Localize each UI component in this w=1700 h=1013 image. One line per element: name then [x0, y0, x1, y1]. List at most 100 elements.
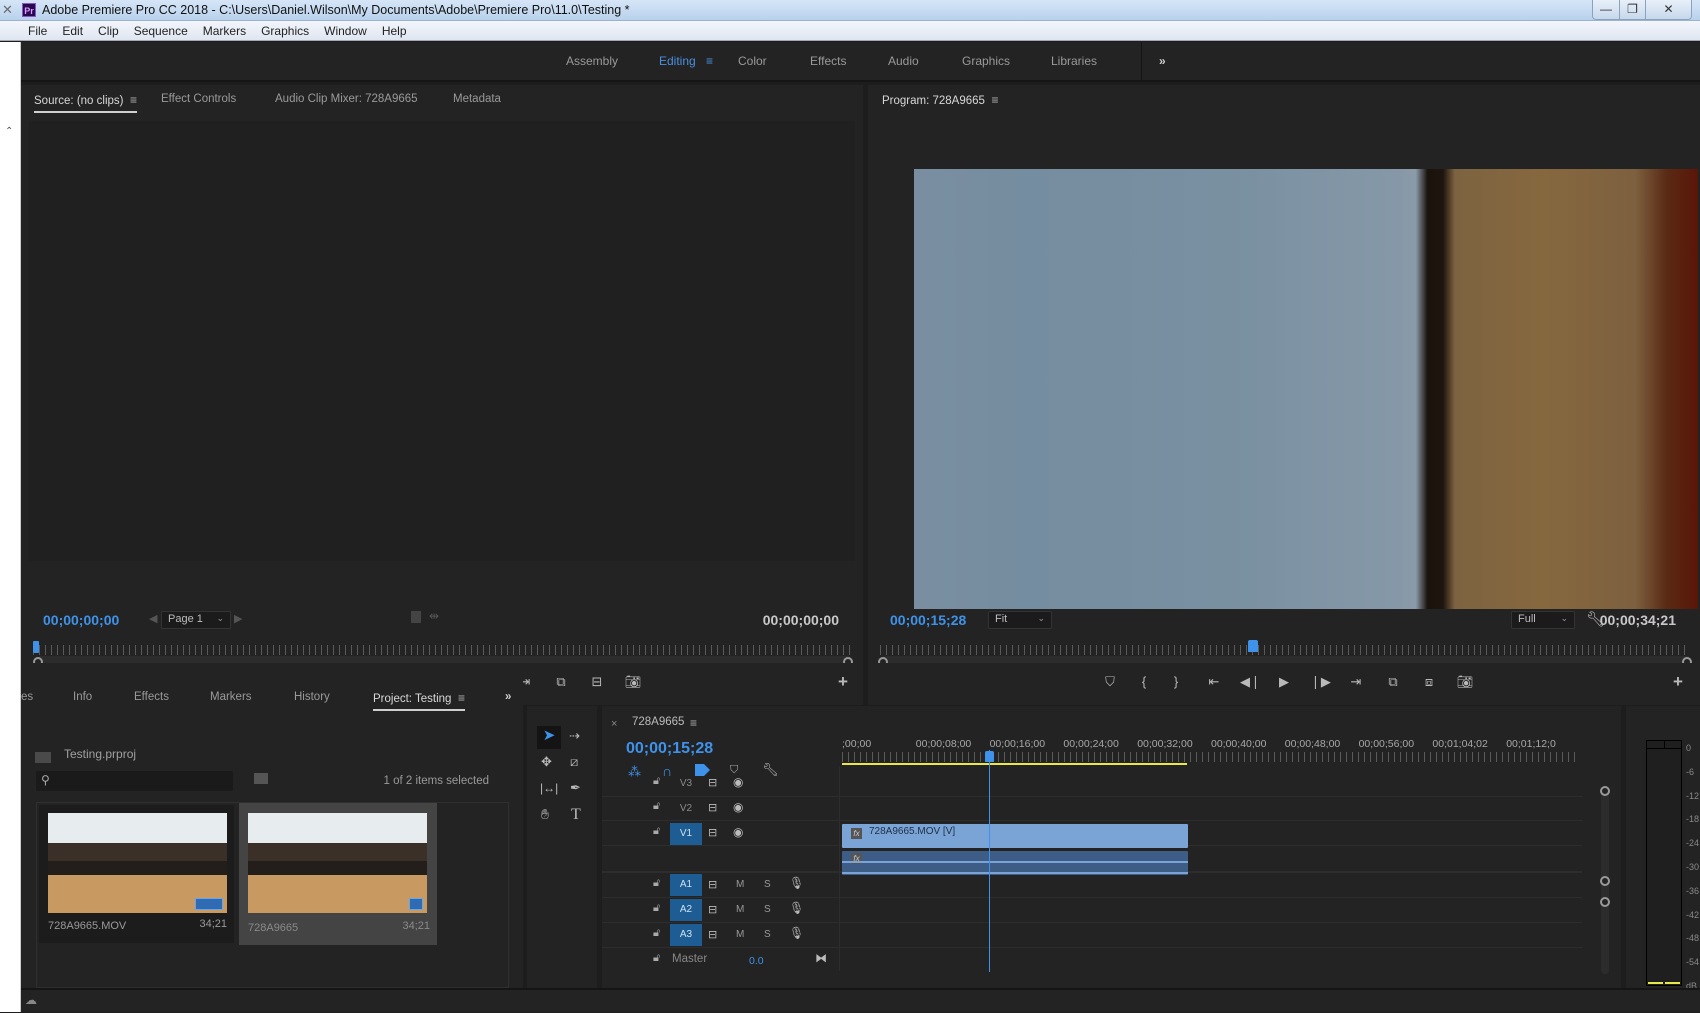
track-select-tool-icon[interactable]: ⇢: [569, 728, 580, 744]
sync-lock-icon[interactable]: ⊟: [708, 776, 717, 789]
vscroll-handle-mid[interactable]: [1600, 876, 1610, 886]
source-time-ruler[interactable]: [33, 645, 853, 655]
sync-lock-icon[interactable]: ⊟: [708, 801, 717, 814]
eye-icon[interactable]: ◉: [733, 775, 743, 789]
tab-history[interactable]: History: [294, 691, 330, 703]
project-item[interactable]: 728A9665.MOV 34;21: [39, 805, 234, 943]
chevron-up-icon[interactable]: ⌃: [5, 126, 13, 137]
sync-lock-icon[interactable]: ⊟: [708, 826, 717, 839]
microphone-icon[interactable]: 🎙︎: [789, 901, 804, 915]
mark-in-icon[interactable]: {: [1134, 674, 1154, 689]
tab-effect-controls[interactable]: Effect Controls: [161, 93, 236, 105]
mute-button[interactable]: M: [736, 879, 744, 890]
timeline-timecode[interactable]: 00;00;15;28: [626, 740, 713, 758]
go-to-in-icon[interactable]: ⇤: [1204, 674, 1224, 690]
add-button-icon[interactable]: +: [833, 672, 853, 692]
workspace-tab-effects[interactable]: Effects: [810, 54, 846, 68]
vscroll-handle-top[interactable]: [1600, 786, 1610, 796]
eye-icon[interactable]: ◉: [733, 825, 743, 839]
mark-out-icon[interactable]: }: [1166, 674, 1186, 689]
overwrite-icon[interactable]: ⊟: [587, 674, 607, 690]
tab-program[interactable]: Program: 728A9665 ≡: [882, 93, 998, 107]
export-frame-icon[interactable]: 📷︎: [623, 674, 643, 690]
track-target-a2[interactable]: A2: [670, 899, 702, 921]
solo-button[interactable]: S: [764, 904, 771, 915]
program-timecode-current[interactable]: 00;00;15;28: [890, 612, 966, 628]
expand-tracks-icon[interactable]: ⧓: [815, 951, 827, 965]
source-timecode-current[interactable]: 00;00;00;00: [43, 612, 119, 628]
workspace-overflow-button[interactable]: »: [1159, 54, 1166, 68]
page-select[interactable]: Page 1 ⌄: [161, 611, 231, 629]
insert-icon[interactable]: ⧉: [551, 674, 571, 690]
project-search-input[interactable]: ⚲: [36, 771, 233, 791]
slip-tool-icon[interactable]: |↔|: [540, 781, 558, 795]
timeline-playhead-line[interactable]: [988, 750, 990, 972]
mute-button[interactable]: M: [736, 929, 744, 940]
razor-tool-icon[interactable]: ⧄: [570, 754, 578, 770]
panel-overflow-button[interactable]: »: [505, 691, 511, 703]
add-button-icon[interactable]: +: [1668, 672, 1688, 692]
tab-markers[interactable]: Markers: [210, 691, 252, 703]
panel-menu-icon[interactable]: ≡: [127, 93, 137, 107]
menu-clip[interactable]: Clip: [98, 24, 119, 38]
go-to-out-icon[interactable]: ⇥: [1346, 674, 1366, 690]
tab-libraries-truncated[interactable]: es: [21, 691, 33, 703]
new-search-bin-icon[interactable]: [254, 773, 268, 784]
workspace-tab-libraries[interactable]: Libraries: [1051, 54, 1097, 68]
menu-graphics[interactable]: Graphics: [261, 24, 309, 38]
menu-sequence[interactable]: Sequence: [134, 24, 188, 38]
workspace-menu-icon[interactable]: ≡: [706, 54, 713, 68]
creative-cloud-icon[interactable]: ☁︎: [25, 993, 37, 1007]
microphone-icon[interactable]: 🎙︎: [789, 926, 804, 940]
menu-window[interactable]: Window: [324, 24, 367, 38]
work-area-bar[interactable]: [842, 763, 1187, 765]
restore-button[interactable]: ❐: [1619, 0, 1645, 19]
close-icon[interactable]: ✕: [2, 2, 13, 18]
close-sequence-icon[interactable]: ×: [611, 718, 617, 730]
workspace-tab-audio[interactable]: Audio: [888, 54, 919, 68]
menu-file[interactable]: File: [28, 24, 47, 38]
close-button[interactable]: ✕: [1645, 0, 1691, 19]
prev-page-icon[interactable]: ◀: [149, 612, 157, 625]
menu-markers[interactable]: Markers: [203, 24, 246, 38]
tab-info[interactable]: Info: [73, 691, 92, 703]
extract-icon[interactable]: ⧈: [1419, 674, 1439, 690]
lock-icon[interactable]: 🔓︎: [653, 877, 660, 890]
lift-icon[interactable]: ⧉: [1383, 674, 1403, 690]
timeline-playhead[interactable]: [984, 751, 994, 762]
track-target-v1[interactable]: V1: [670, 823, 702, 845]
panel-menu-icon[interactable]: ≡: [690, 716, 697, 730]
workspace-tab-graphics[interactable]: Graphics: [962, 54, 1010, 68]
lock-icon[interactable]: 🔓︎: [653, 902, 660, 915]
track-target-v2[interactable]: V2: [670, 798, 702, 820]
program-playhead[interactable]: [1247, 640, 1258, 652]
next-page-icon[interactable]: ▶: [234, 612, 242, 625]
selection-tool-icon[interactable]: ➤: [537, 726, 561, 749]
audio-clip[interactable]: fx: [842, 851, 1188, 875]
lock-icon[interactable]: 🔓︎: [653, 775, 660, 788]
eye-icon[interactable]: ◉: [733, 800, 743, 814]
step-forward-icon[interactable]: ❘▶: [1310, 674, 1331, 690]
step-back-icon[interactable]: ◀❘: [1240, 674, 1261, 690]
master-volume-value[interactable]: 0.0: [749, 955, 764, 967]
program-time-ruler[interactable]: [880, 645, 1690, 655]
project-item-selected[interactable]: 728A9665 34;21: [239, 803, 437, 945]
resolution-select[interactable]: Full ⌄: [1511, 611, 1575, 629]
workspace-tab-color[interactable]: Color: [738, 54, 767, 68]
lock-icon[interactable]: 🔓︎: [653, 952, 660, 965]
video-clip[interactable]: fx 728A9665.MOV [V]: [842, 824, 1188, 848]
microphone-icon[interactable]: 🎙︎: [789, 876, 804, 890]
vscroll-handle-audio[interactable]: [1600, 897, 1610, 907]
sync-lock-icon[interactable]: ⊟: [708, 878, 717, 891]
pen-tool-icon[interactable]: ✒︎: [570, 780, 581, 796]
panel-menu-icon[interactable]: ≡: [988, 93, 998, 107]
lock-icon[interactable]: 🔓︎: [653, 825, 660, 838]
workspace-tab-assembly[interactable]: Assembly: [566, 54, 618, 68]
type-tool-icon[interactable]: T: [571, 806, 581, 824]
sync-lock-icon[interactable]: ⊟: [708, 903, 717, 916]
tab-audio-clip-mixer[interactable]: Audio Clip Mixer: 728A9665: [275, 93, 418, 105]
track-target-v3[interactable]: V3: [670, 773, 702, 795]
panel-menu-icon[interactable]: ≡: [455, 691, 465, 705]
minimize-button[interactable]: —: [1593, 0, 1619, 19]
tab-metadata[interactable]: Metadata: [453, 93, 501, 105]
